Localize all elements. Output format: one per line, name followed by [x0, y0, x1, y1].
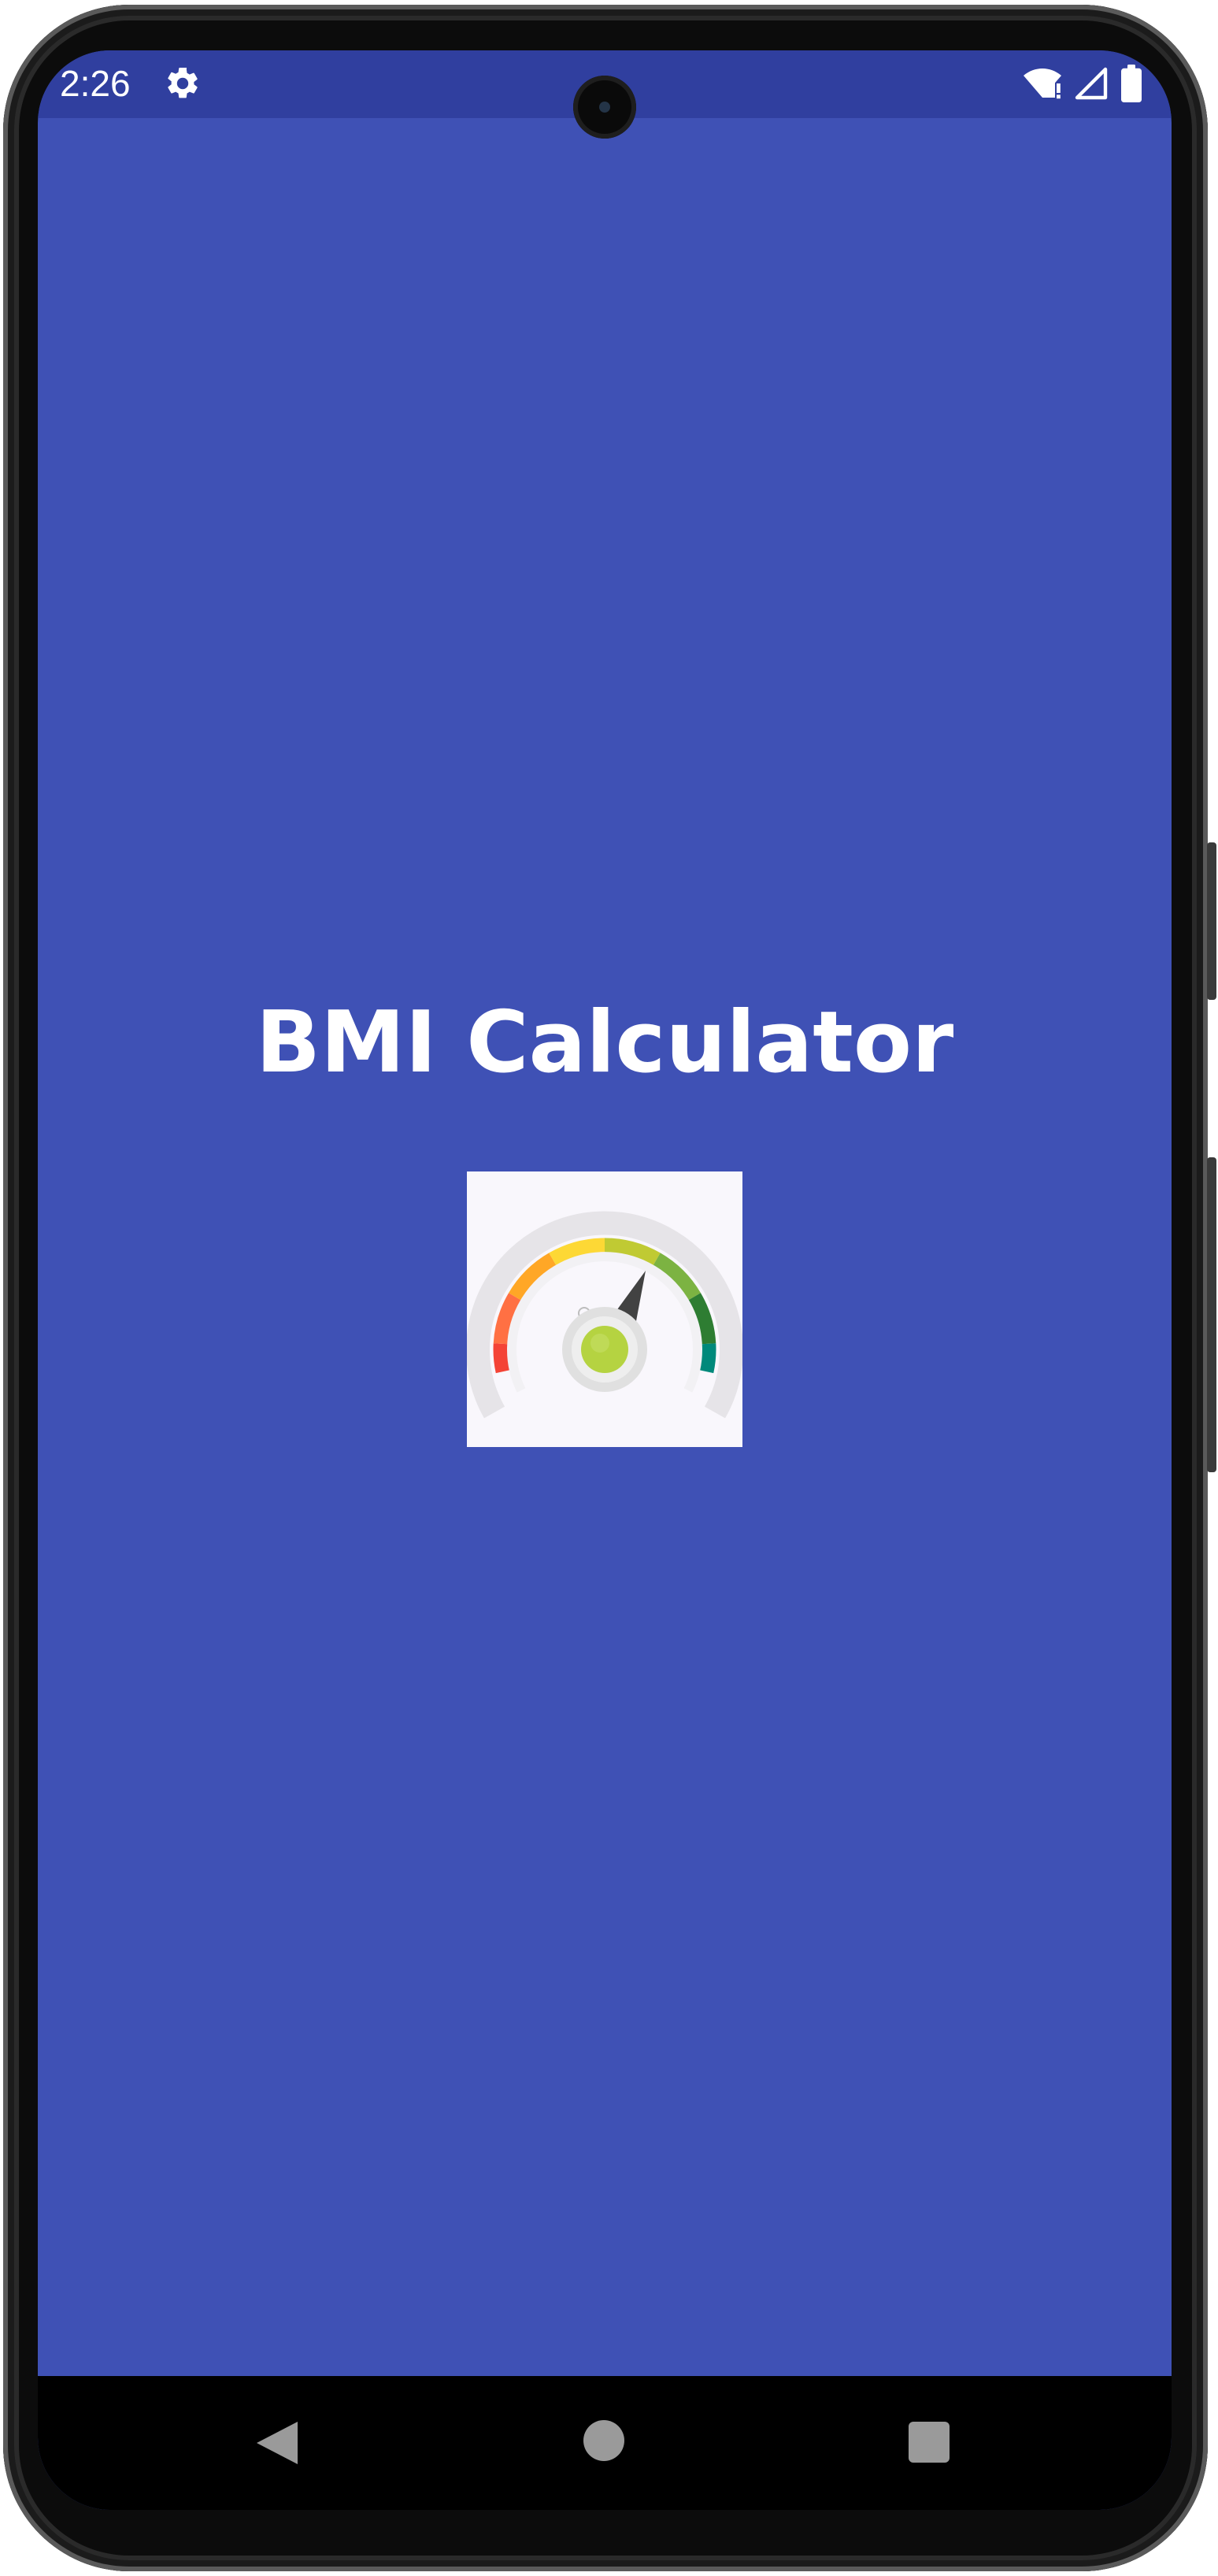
app-title: BMI Calculator	[255, 994, 954, 1092]
settings-gear-icon	[168, 67, 198, 98]
wifi-icon	[1024, 68, 1061, 99]
battery-icon	[1121, 65, 1142, 102]
home-icon[interactable]	[583, 2420, 624, 2461]
status-time: 2:26	[60, 63, 131, 104]
cell-signal-icon	[1075, 67, 1108, 100]
front-camera	[573, 76, 636, 139]
bmi-gauge-graphic	[466, 1211, 743, 1419]
screen: 2:26 BMI Calculator	[38, 50, 1172, 2510]
navigation-bar	[38, 2376, 1172, 2510]
power-button	[1207, 842, 1216, 1000]
volume-rocker	[1207, 1157, 1216, 1472]
bmi-gauge-icon	[466, 1171, 743, 1447]
back-icon[interactable]	[252, 2419, 301, 2467]
status-icons	[1022, 61, 1143, 105]
phone-device: 2:26 BMI Calculator	[0, 0, 1218, 2576]
recents-icon[interactable]	[909, 2422, 950, 2463]
